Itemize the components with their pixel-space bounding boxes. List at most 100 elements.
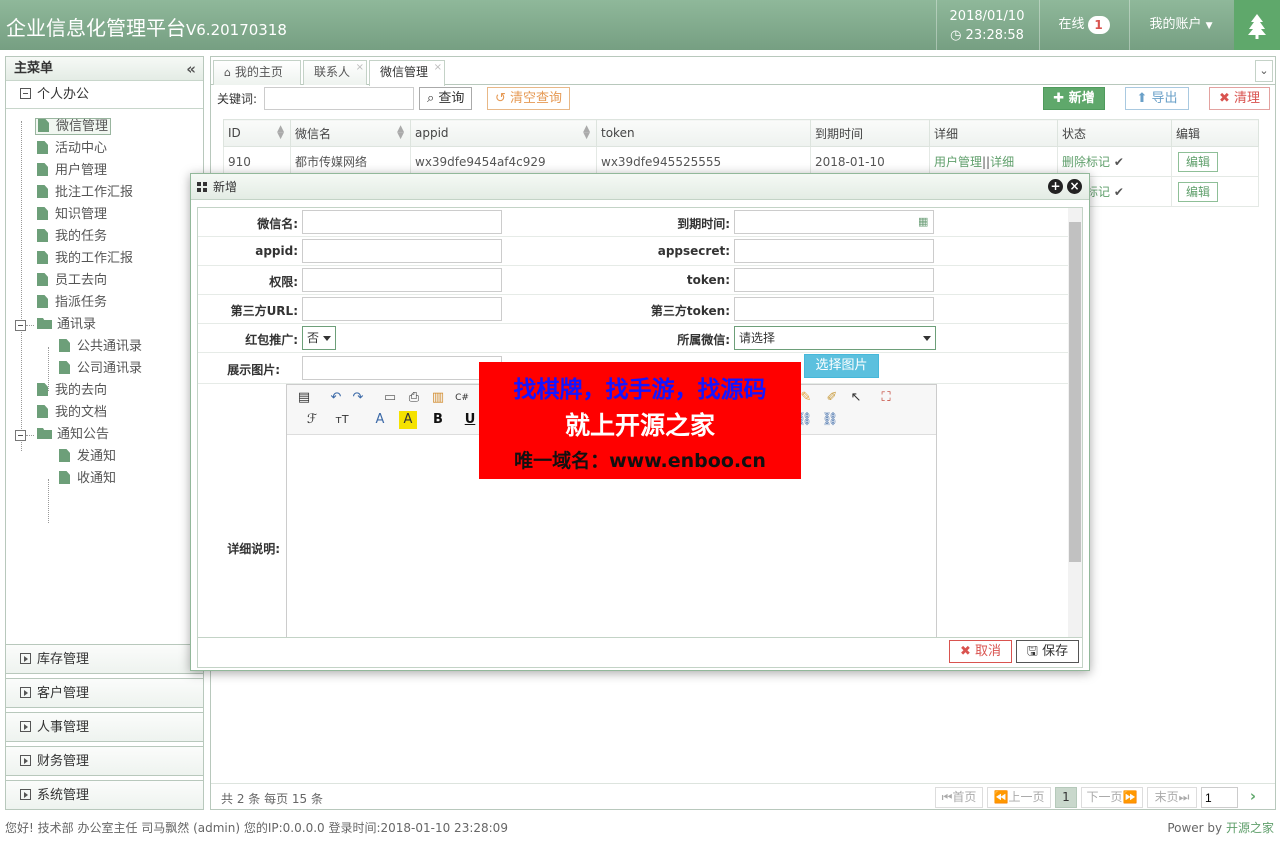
appid-input[interactable] — [302, 239, 502, 263]
user-manage-link[interactable]: 用户管理 — [934, 155, 982, 169]
table-row[interactable]: 910 都市传媒网络 wx39dfe9454af4c929 wx39dfe945… — [223, 146, 1259, 177]
prev-page-button[interactable]: ⏪上一页 — [987, 787, 1051, 808]
font-color-icon[interactable]: A — [371, 411, 389, 429]
template-icon[interactable]: ▥ — [429, 389, 447, 407]
undo-icon[interactable]: ↶ — [327, 389, 345, 407]
add-button[interactable]: ✚ 新增 — [1043, 87, 1105, 110]
underline-icon[interactable]: U — [461, 411, 479, 429]
column-header-id[interactable]: ID ▲ ▼ — [223, 119, 291, 147]
ad-banner[interactable]: 找棋牌，找手游，找源码 就上开源之家 唯一域名：www.enboo.cn — [479, 362, 801, 479]
clear-query-button[interactable]: ↺ 清空查询 — [487, 87, 571, 110]
print-icon[interactable]: ⎙ — [405, 389, 423, 407]
image-path-input[interactable] — [302, 356, 502, 380]
code-icon[interactable]: C# — [453, 389, 471, 407]
tree-item-activity[interactable]: 活动中心 — [37, 139, 107, 159]
fullscreen-icon[interactable]: ⛶ — [877, 389, 895, 407]
pick-image-button[interactable]: 选择图片 — [804, 354, 879, 378]
dialog-scrollbar[interactable] — [1068, 208, 1082, 637]
bold-icon[interactable]: B — [429, 411, 447, 429]
tab-wechat[interactable]: 微信管理 × — [369, 60, 445, 86]
preview-icon[interactable]: ▭ — [381, 389, 399, 407]
clean-button[interactable]: ✖ 清理 — [1209, 87, 1270, 110]
unlink-icon[interactable]: ⛓ — [821, 411, 839, 429]
tree-item-my-reports[interactable]: 我的工作汇报 — [37, 249, 133, 269]
tree-item-company-contacts[interactable]: 公司通讯录 — [59, 359, 142, 379]
menu-group-system[interactable]: 系统管理 — [5, 780, 204, 810]
tree-item-my-tasks[interactable]: 我的任务 — [37, 227, 107, 247]
query-button[interactable]: ⌕ 查询 — [419, 87, 473, 110]
power-by-brand-link[interactable]: 开源之家 — [1226, 821, 1274, 835]
my-account-menu[interactable]: 我的账户 ▼ — [1131, 0, 1231, 50]
column-header-appid[interactable]: appid ▲ ▼ — [410, 119, 597, 147]
menu-group-customers[interactable]: 客户管理 — [5, 678, 204, 708]
page-number-input[interactable] — [1201, 787, 1238, 808]
tree-item-wechat[interactable]: 微信管理 — [35, 117, 112, 137]
tree-item-receive-notice[interactable]: 收通知 — [59, 469, 116, 489]
source-icon[interactable]: ▤ — [295, 389, 313, 407]
expire-date-input[interactable] — [734, 210, 934, 234]
tree-item-notices[interactable]: 通知公告 — [37, 425, 109, 445]
token-input[interactable] — [734, 268, 934, 292]
menu-group-personal-office[interactable]: 个人办公 — [6, 81, 203, 109]
cursor-icon[interactable]: ↖ — [847, 389, 865, 407]
next-page-button[interactable]: 下一页⏩ — [1081, 787, 1143, 808]
appsecret-input[interactable] — [734, 239, 934, 263]
select-value: 请选择 — [739, 331, 776, 345]
tab-home[interactable]: ⌂ 我的主页 — [213, 60, 301, 85]
first-page-button[interactable]: ⏮首页 — [935, 787, 983, 808]
tree-item-contacts[interactable]: 通讯录 — [37, 315, 96, 335]
sort-icon: ▲ ▼ — [277, 124, 284, 141]
permission-input[interactable] — [302, 268, 502, 292]
tree-item-my-whereabouts[interactable]: 我的去向 — [37, 381, 107, 401]
tree-collapse-toggle[interactable] — [15, 430, 26, 441]
highlight-color-icon[interactable]: A — [399, 411, 417, 429]
tab-contacts[interactable]: 联系人 × — [303, 60, 367, 85]
calendar-icon[interactable]: ▦ — [918, 215, 928, 228]
maximize-plus-icon[interactable]: + — [1048, 179, 1063, 194]
last-page-button[interactable]: 末页⏭ — [1147, 787, 1197, 808]
insert-file-icon[interactable]: ✐ — [823, 389, 841, 407]
close-tab-icon[interactable]: × — [356, 56, 364, 79]
scrollbar-thumb[interactable] — [1069, 222, 1081, 562]
save-button[interactable]: 🖫 保存 — [1016, 640, 1079, 663]
menu-group-hr[interactable]: 人事管理 — [5, 712, 204, 742]
tree-item-users[interactable]: 用户管理 — [37, 161, 107, 181]
edit-button[interactable]: 编辑 — [1178, 151, 1219, 172]
keyword-input[interactable] — [264, 87, 414, 110]
red-packet-select[interactable]: 否 — [302, 326, 336, 350]
tree-item-my-documents[interactable]: 我的文档 — [37, 403, 107, 423]
delete-mark-link[interactable]: 删除标记 — [1062, 155, 1110, 169]
cancel-button[interactable]: ✖ 取消 — [949, 640, 1012, 663]
tree-item-send-notice[interactable]: 发通知 — [59, 447, 116, 467]
font-size-icon[interactable]: тT — [333, 411, 351, 429]
collapse-left-icon[interactable]: « — [186, 57, 196, 81]
go-page-chevron-icon[interactable]: › — [1241, 787, 1265, 808]
detail-link[interactable]: 详细 — [990, 155, 1014, 169]
tree-item-public-contacts[interactable]: 公共通讯录 — [59, 337, 142, 357]
close-tab-icon[interactable]: × — [434, 56, 442, 79]
edit-button[interactable]: 编辑 — [1178, 181, 1219, 202]
export-button[interactable]: ⬆ 导出 — [1125, 87, 1189, 110]
current-page[interactable]: 1 — [1055, 787, 1077, 808]
third-url-input[interactable] — [302, 297, 502, 321]
tab-menu-chevron-icon[interactable]: ⌄ — [1255, 60, 1273, 82]
tree-item-annotate-report[interactable]: 批注工作汇报 — [37, 183, 133, 203]
belong-wechat-select[interactable]: 请选择 — [734, 326, 936, 350]
redo-icon[interactable]: ↷ — [349, 389, 367, 407]
close-dialog-icon[interactable]: × — [1067, 179, 1082, 194]
font-family-icon[interactable]: ℱ — [303, 411, 321, 429]
column-header-name[interactable]: 微信名 ▲ ▼ — [290, 119, 411, 147]
tree-item-staff-whereabouts[interactable]: 员工去向 — [37, 271, 107, 291]
tree-theme-button[interactable] — [1234, 0, 1280, 50]
menu-group-inventory[interactable]: 库存管理 — [5, 644, 204, 674]
menu-group-finance[interactable]: 财务管理 — [5, 746, 204, 776]
caret-down-icon — [323, 336, 331, 341]
tree-collapse-toggle[interactable] — [15, 320, 26, 331]
tree-item-knowledge[interactable]: 知识管理 — [37, 205, 107, 225]
expand-square-icon — [20, 721, 31, 732]
third-token-input[interactable] — [734, 297, 934, 321]
tree-item-assign-task[interactable]: 指派任务 — [37, 293, 107, 313]
wechat-name-input[interactable] — [302, 210, 502, 234]
grid-icon — [197, 182, 207, 192]
online-users-button[interactable]: 在线 1 — [1040, 0, 1128, 50]
